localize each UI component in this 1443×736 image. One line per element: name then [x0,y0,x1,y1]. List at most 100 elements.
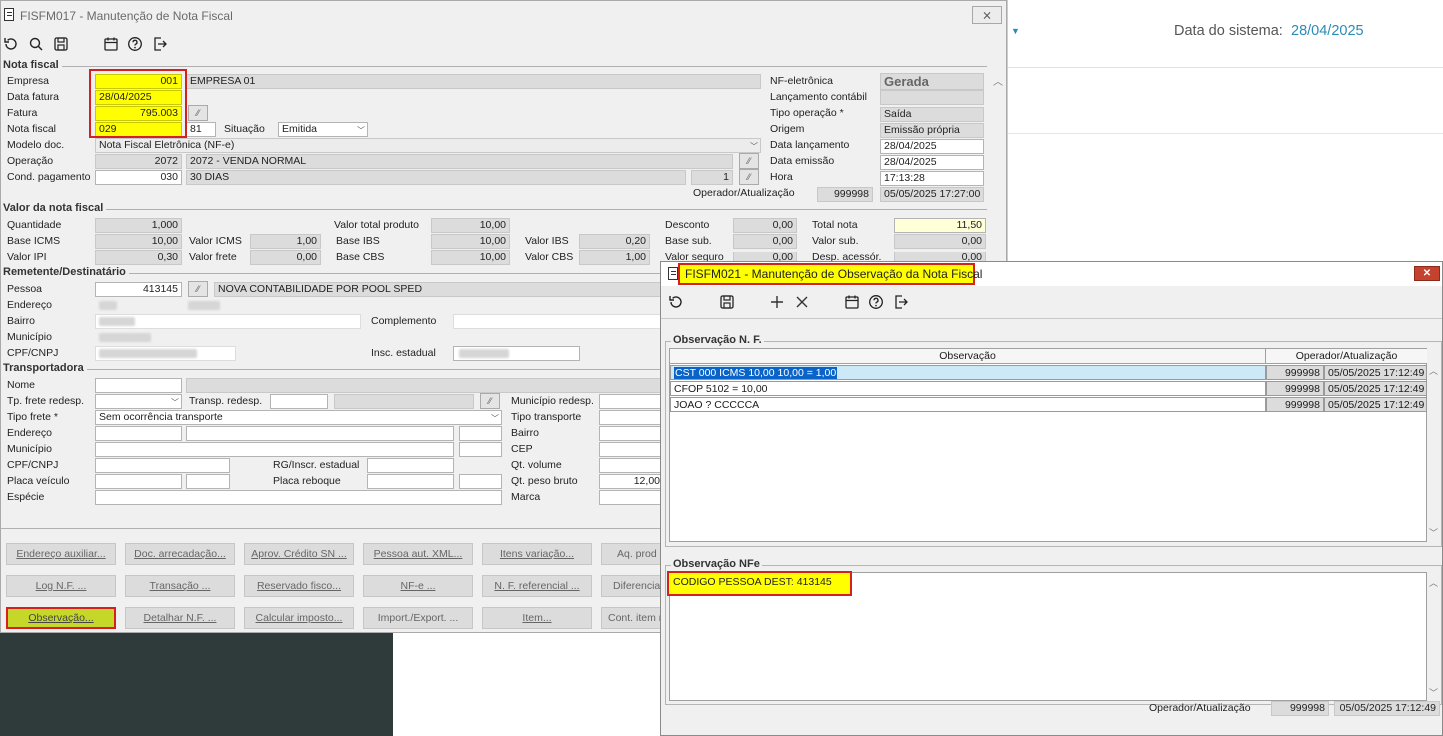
pessoa-lookup-icon[interactable]: ⁄⁄ [188,281,208,297]
col-observacao-header[interactable]: Observação [670,349,1266,364]
placa-veiculo-label: Placa veículo [7,475,70,487]
refresh-icon[interactable] [2,35,20,53]
transp-cep-field[interactable] [599,442,664,457]
table-row[interactable]: CST 000 ICMS 10,00 10,00 = 1,00 999998 0… [670,365,1427,380]
valor-total-produto-field: 10,00 [431,218,510,233]
aprov-credito-button[interactable]: Aprov. Crédito SN ... [244,543,354,565]
redacted-insc [459,349,509,358]
rg-inscr-field[interactable] [367,458,454,473]
endereco-auxiliar-button[interactable]: Endereço auxiliar... [6,543,116,565]
nome-label: Nome [7,379,36,391]
section-transportadora: Transportadora [3,362,663,374]
modelo-doc-select[interactable]: Nota Fiscal Eletrônica (NF-e) ﹀ [95,138,761,153]
refresh-icon[interactable] [667,293,685,311]
item-button[interactable]: Item... [482,607,592,629]
hora-input[interactable]: 17:13:28 [880,171,984,186]
calcular-imposto-button[interactable]: Calcular imposto... [244,607,354,629]
operacao-code-field[interactable]: 2072 [95,154,182,169]
redacted-endereco-2 [188,301,220,310]
tipo-transporte-select[interactable] [599,410,664,425]
detalhar-nf-button[interactable]: Detalhar N.F. ... [125,607,235,629]
placa-uf-field[interactable] [186,474,230,489]
operacao-lookup-icon[interactable]: ⁄⁄ [739,153,759,169]
transacao-button[interactable]: Transação ... [125,575,235,597]
nf-referencial-button[interactable]: N. F. referencial ... [482,575,592,597]
scroll-down-icon[interactable]: ﹀ [1429,686,1438,699]
placa-reboque-uf[interactable] [459,474,502,489]
nfe-button[interactable]: NF-e ... [363,575,473,597]
tipo-frete-select[interactable]: Sem ocorrência transporte ﹀ [95,410,502,425]
valor-ibs-field: 0,20 [579,234,650,249]
scroll-up-icon[interactable]: ︿ [1429,364,1438,377]
doc-arrecadacao-button[interactable]: Doc. arrecadação... [125,543,235,565]
delete-icon[interactable] [793,293,811,311]
transp-bairro-field[interactable] [599,426,664,441]
municipio-redesp-field[interactable] [599,394,664,409]
scroll-down-icon[interactable]: ﹀ [1429,526,1438,539]
itens-variacao-button[interactable]: Itens variação... [482,543,592,565]
tp-frete-redesp-select[interactable]: ﹀ [95,394,182,409]
obs-nfe-scrollbar[interactable]: ︿ ﹀ [1427,572,1441,701]
scroll-up-icon[interactable]: ︿ [1429,576,1438,589]
help-icon[interactable] [867,293,885,311]
data-lancamento-input[interactable]: 28/04/2025 [880,139,984,154]
calendar-icon[interactable] [102,35,120,53]
row-obs-cell[interactable]: CFOP 5102 = 10,00 [670,381,1266,396]
qt-peso-bruto-field[interactable]: 12,00 [599,474,664,489]
endereco-label: Endereço [7,299,52,311]
transp-endereco-field[interactable] [95,426,182,441]
transportadora-code-input[interactable] [95,378,182,393]
cond-lookup-icon[interactable]: ⁄⁄ [739,169,759,185]
search-icon[interactable] [27,35,45,53]
transp-municipio-field[interactable] [95,442,454,457]
table-row[interactable]: CFOP 5102 = 10,00 999998 05/05/2025 17:1… [670,381,1427,396]
pessoa-input[interactable]: 413145 [95,282,182,297]
total-nota-label: Total nota [812,219,858,231]
row-obs-text: CST 000 ICMS 10,00 10,00 = 1,00 [674,367,838,379]
especie-label: Espécie [7,491,45,503]
qt-volume-field[interactable] [599,458,664,473]
exit-icon[interactable] [892,293,910,311]
exit-icon[interactable] [151,35,169,53]
transp-uf-field[interactable] [459,442,502,457]
import-export-button[interactable]: Import./Export. ... [363,607,473,629]
transp-redesp-input[interactable] [270,394,328,409]
cond-pagamento-input[interactable]: 030 [95,170,182,185]
dialog-titlebar: FISFM021 - Manutenção de Observação da N… [661,262,1442,286]
serie-input[interactable]: 81 [186,122,216,137]
log-nf-button[interactable]: Log N.F. ... [6,575,116,597]
reservado-fisco-button[interactable]: Reservado fisco... [244,575,354,597]
data-emissao-input[interactable]: 28/04/2025 [880,155,984,170]
especie-field[interactable] [95,490,502,505]
save-icon[interactable] [718,293,736,311]
dialog-close-button[interactable]: ✕ [1414,266,1440,281]
situacao-select[interactable]: Emitida ﹀ [278,122,368,137]
valor-ibs-label: Valor IBS [525,235,569,247]
dropdown-arrow-icon[interactable]: ▼ [1011,26,1020,36]
add-icon[interactable] [768,293,786,311]
tipo-frete-label: Tipo frete * [7,411,58,423]
valor-cbs-label: Valor CBS [525,251,574,263]
transp-endereco-field-2[interactable] [186,426,454,441]
pessoa-aut-xml-button[interactable]: Pessoa aut. XML... [363,543,473,565]
placa-veiculo-field[interactable] [95,474,182,489]
calendar-icon[interactable] [843,293,861,311]
save-icon[interactable] [52,35,70,53]
fatura-lookup-icon[interactable]: ⁄⁄ [188,105,208,121]
row-obs-cell[interactable]: JOAO ? CCCCCA [670,397,1266,412]
transp-redesp-lookup-icon[interactable]: ⁄⁄ [480,393,500,409]
placa-reboque-field[interactable] [367,474,454,489]
scroll-up-icon[interactable]: ︿ [993,73,1003,88]
table-row[interactable]: JOAO ? CCCCCA 999998 05/05/2025 17:12:49 [670,397,1427,412]
row-obs-cell[interactable]: CST 000 ICMS 10,00 10,00 = 1,00 [670,365,1266,380]
col-operador-header[interactable]: Operador/Atualização [1266,349,1427,364]
marca-field[interactable] [599,490,664,505]
close-button[interactable]: ⨯ [972,6,1002,24]
observacao-button[interactable]: Observação... [6,607,116,629]
obs-table-scrollbar[interactable]: ︿ ﹀ [1427,348,1441,542]
transp-cpf-field[interactable] [95,458,230,473]
help-icon[interactable] [126,35,144,53]
transp-endereco-num[interactable] [459,426,502,441]
base-ibs-field: 10,00 [431,234,510,249]
transp-bairro-label: Bairro [511,427,540,439]
